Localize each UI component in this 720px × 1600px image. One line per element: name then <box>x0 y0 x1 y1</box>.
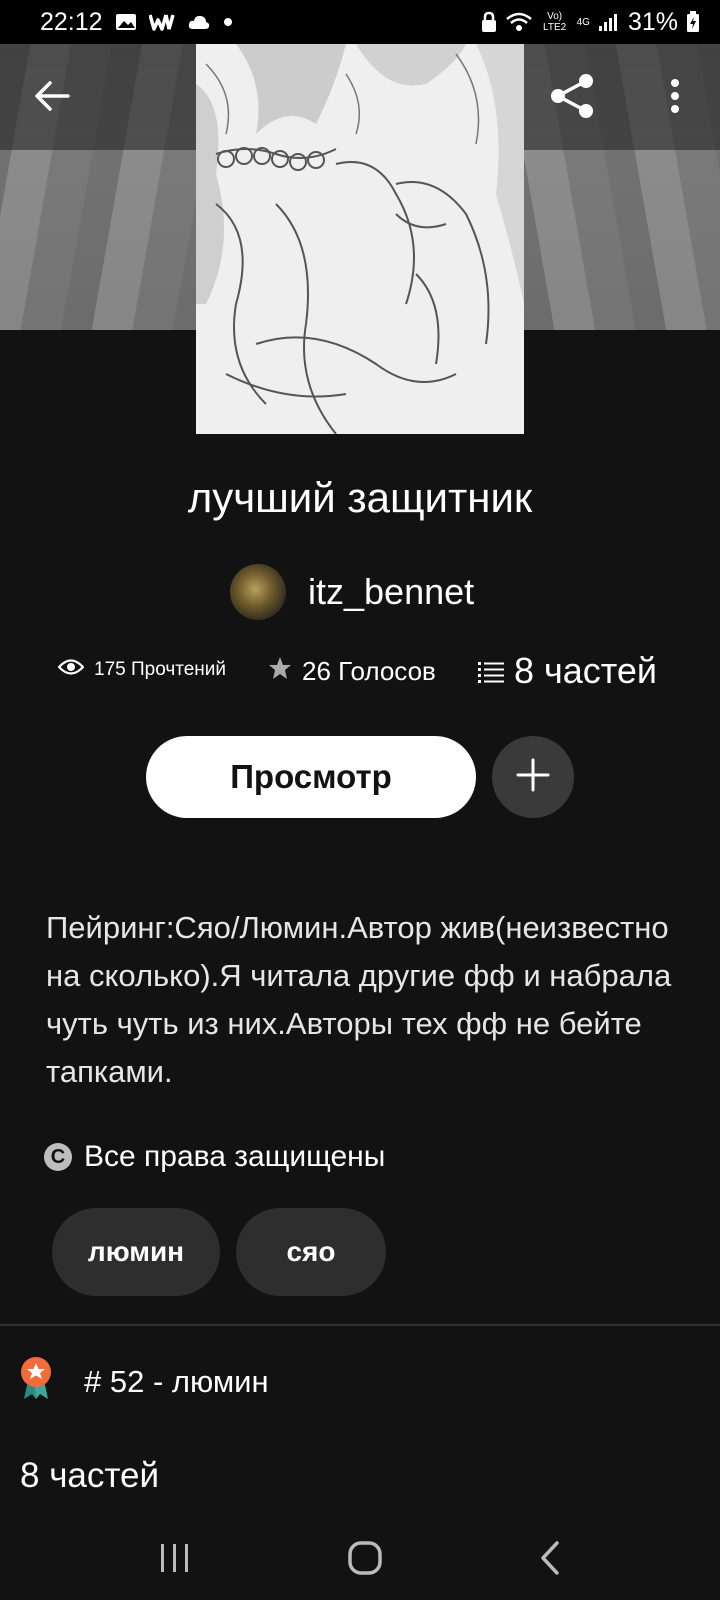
signal-label: 4G <box>576 16 590 28</box>
parts-count: 8 частей <box>514 650 658 691</box>
wifi-icon <box>505 11 533 33</box>
back-button[interactable] <box>22 70 82 126</box>
more-options-button[interactable] <box>650 68 700 128</box>
author-avatar <box>230 564 286 620</box>
lock-icon <box>481 11 497 33</box>
copyright-icon: C <box>44 1143 72 1171</box>
stat-votes: 26 Голосов <box>268 656 436 687</box>
story-cover[interactable] <box>196 44 524 434</box>
section-divider <box>0 1324 720 1326</box>
author-name: itz_bennet <box>308 571 475 612</box>
reads-count: 175 Прочтений <box>94 659 227 680</box>
author-link[interactable]: itz_bennet <box>230 564 474 620</box>
story-description: Пейринг:Сяо/Люмин.Автор жив(неизвестно н… <box>46 910 672 1089</box>
stat-parts[interactable]: 8 частей <box>478 650 657 692</box>
eye-icon <box>57 658 85 682</box>
parts-heading[interactable]: 8 частей <box>20 1456 159 1496</box>
ranking-row[interactable]: # 52 - люмин <box>18 1356 269 1408</box>
battery-percent: 31% <box>627 7 678 36</box>
list-icon <box>478 650 504 692</box>
copyright-text: Все права защищены <box>84 1140 386 1173</box>
signal-bars-icon <box>598 12 620 32</box>
rank-text: # 52 - люмин <box>84 1364 269 1399</box>
arrow-left-icon <box>34 80 70 117</box>
story-stats: 175 Прочтений 26 Голосов 8 частей <box>57 650 678 700</box>
network-label: Vo) LTE2 <box>543 11 567 33</box>
add-to-library-button[interactable] <box>492 736 574 818</box>
votes-count: 26 Голосов <box>302 656 436 686</box>
system-navigation-bar <box>0 1520 720 1600</box>
copyright-notice: C Все права защищены <box>44 1140 385 1174</box>
share-icon <box>548 72 596 125</box>
wattpad-icon <box>148 12 175 32</box>
stat-reads: 175 Прочтений <box>57 658 227 682</box>
notification-dot-icon <box>223 17 233 27</box>
plus-icon <box>516 758 550 797</box>
tag-xiao[interactable]: сяо <box>236 1208 386 1296</box>
status-bar: 22:12 Vo) LTE2 4G 31% <box>0 0 720 44</box>
cover-illustration <box>196 44 524 434</box>
star-icon <box>268 656 292 687</box>
cloud-icon <box>187 13 211 31</box>
recent-apps-button[interactable] <box>158 1542 192 1579</box>
tag-lumine[interactable]: люмин <box>52 1208 220 1296</box>
story-title: лучший защитник <box>187 474 533 521</box>
share-button[interactable] <box>542 68 602 128</box>
award-badge-icon <box>18 1356 54 1408</box>
read-button[interactable]: Просмотр <box>146 736 476 818</box>
battery-charging-icon <box>686 11 700 33</box>
home-button[interactable] <box>347 1540 383 1581</box>
status-right: Vo) LTE2 4G 31% <box>481 8 700 37</box>
system-back-button[interactable] <box>538 1540 562 1581</box>
status-time: 22:12 <box>40 7 103 36</box>
status-left: 22:12 <box>40 8 233 37</box>
tag-list: люмин сяо <box>52 1208 386 1296</box>
gallery-icon <box>115 12 137 32</box>
more-vertical-icon <box>669 78 681 119</box>
